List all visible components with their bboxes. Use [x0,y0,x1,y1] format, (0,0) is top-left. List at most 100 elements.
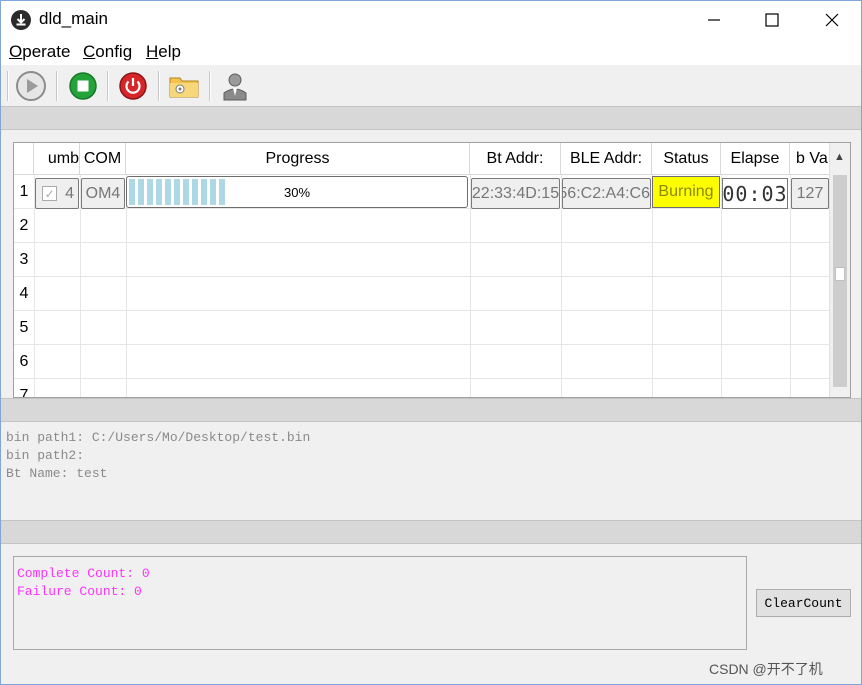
menu-operate[interactable]: Operate [9,42,70,62]
maximize-button[interactable] [749,1,795,39]
watermark: CSDN @开不了机 [709,661,823,677]
table-row[interactable] [34,209,830,243]
column-header-label: Elapse [730,149,780,167]
info-line: bin path1: C:/Users/Mo/Desktop/test.bin [6,430,311,445]
start-button[interactable] [14,69,48,103]
row1-status: Burning [658,183,714,200]
toolbar-separator [107,71,109,101]
user-icon [223,73,247,101]
column-header-label: Bt Addr: [486,149,544,167]
table-row[interactable] [34,345,830,379]
device-table: umb COM Progress Bt Addr: BLE Addr: Stat… [13,142,851,398]
splitter-bar[interactable] [1,520,861,544]
close-button[interactable] [809,1,855,39]
scrollbar-grip [835,267,845,281]
column-header-number[interactable]: umb [34,143,80,175]
info-log: bin path1: C:/Users/Mo/Desktop/test.bin … [1,423,861,519]
table-row[interactable] [34,277,830,311]
row-header[interactable]: 5 [14,311,34,345]
column-header-com[interactable]: COM [80,143,126,175]
row-number: 1 [19,182,29,200]
maximize-icon [765,13,779,27]
table-row[interactable] [34,311,830,345]
toolbar-separator [158,71,160,101]
info-line: Bt Name: test [6,466,108,481]
row1-number: 4 [65,184,74,202]
failure-count: Failure Count: 0 [17,584,142,599]
column-header-label: b Va [796,149,828,167]
toolbar-separator [209,71,211,101]
row1-ble-addr-cell: 56:C2:A4:C6 [562,178,651,209]
row-header[interactable]: 6 [14,345,34,379]
minimize-icon [708,19,720,21]
row-header[interactable]: 3 [14,243,34,277]
scroll-up-arrow-icon[interactable]: ▲ [834,151,845,163]
splitter-bar[interactable] [1,106,861,130]
menu-operate-accelerator: O [9,42,23,61]
menu-bar: Operate Config Help [1,39,861,65]
row1-value-cell: 127 [791,178,829,209]
column-header-bt-addr[interactable]: Bt Addr: [470,143,561,175]
row1-com-cell: OM4 [81,178,125,209]
row-header[interactable]: 4 [14,277,34,311]
row1-ble-addr: 56:C2:A4:C6 [562,184,650,202]
column-header-elapse[interactable]: Elapse [721,143,790,175]
row-header[interactable]: 1 [14,175,34,209]
column-header-value[interactable]: b Va [790,143,830,175]
menu-help[interactable]: Help [146,42,181,62]
splitter-bar[interactable] [1,398,861,422]
row1-status-badge: Burning [652,176,720,208]
row1-bt-addr: 22:33:4D:15 [471,184,560,202]
menu-help-label: elp [158,42,181,61]
row-number: 2 [19,216,29,234]
grid-line [652,175,653,397]
row1-select-cell[interactable]: ✓ 4 [35,178,79,209]
menu-operate-label: perate [22,42,71,61]
user-button[interactable] [218,69,252,103]
row-header[interactable]: 7 [14,379,34,398]
menu-help-accelerator: H [146,42,159,61]
toolbar [1,65,861,105]
row1-elapse: 00:03 [722,181,788,206]
complete-count: Complete Count: 0 [17,566,150,581]
folder-settings-icon [169,77,199,98]
minimize-button[interactable] [691,1,737,39]
row1-checkbox[interactable]: ✓ [42,186,58,201]
grid-line [126,175,127,397]
column-header-label: Status [663,149,709,167]
toolbar-separator [7,71,9,101]
row1-com: OM4 [85,184,121,202]
clear-count-button[interactable]: ClearCount [756,589,851,617]
title-bar: dld_main [1,1,861,39]
count-panel: Complete Count: 0 Failure Count: 0 [13,556,747,650]
table-row[interactable] [34,243,830,277]
column-header-progress[interactable]: Progress [126,143,470,175]
row1-bt-addr-cell: 22:33:4D:15 [471,178,560,209]
table-corner [14,143,34,175]
column-header-label: Progress [265,149,330,167]
scrollbar-thumb[interactable] [833,175,847,387]
config-folder-button[interactable] [167,69,201,103]
power-button[interactable] [116,69,150,103]
stop-icon [69,72,97,100]
table-vertical-scrollbar[interactable]: ▲ [829,143,850,397]
row-number: 3 [19,250,29,268]
column-header-ble-addr[interactable]: BLE Addr: [561,143,652,175]
row-header[interactable]: 2 [14,209,34,243]
app-download-icon [11,10,31,30]
table-row[interactable] [34,379,830,397]
row-number: 7 [19,386,29,398]
main-window: dld_main Operate Config Help umb COM Pro… [0,0,862,685]
menu-config-accelerator: C [83,42,96,61]
column-header-label: BLE Addr: [569,149,643,167]
power-icon [119,72,147,100]
stop-button[interactable] [66,69,100,103]
row1-progress-bar: 30% [126,176,468,208]
info-line: bin path2: [6,448,85,463]
column-header-status[interactable]: Status [652,143,721,175]
menu-config-label: onfig [95,42,133,61]
close-icon [825,13,839,27]
column-header-label: umb [47,149,79,167]
row-number: 6 [19,352,29,370]
menu-config[interactable]: Config [83,42,132,62]
